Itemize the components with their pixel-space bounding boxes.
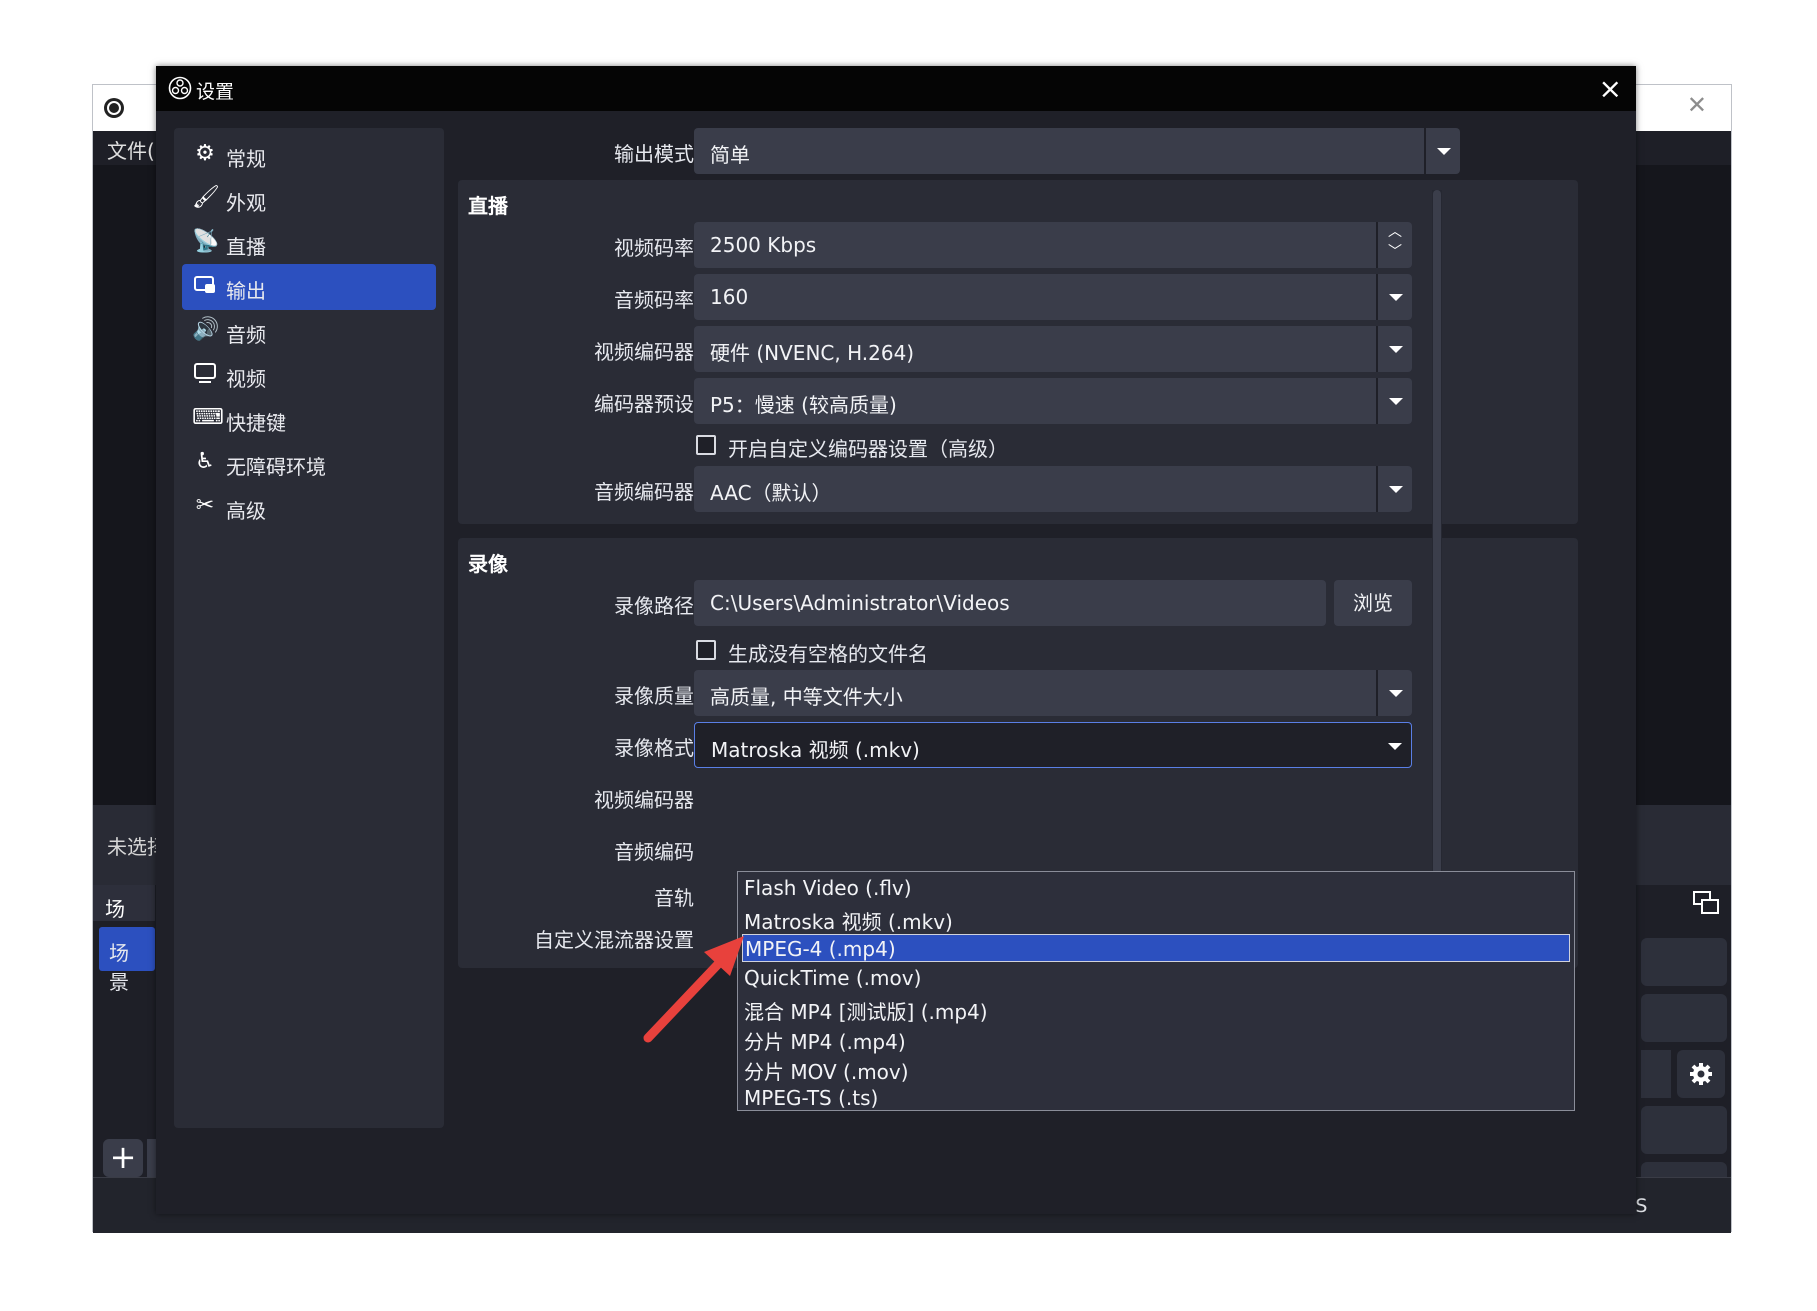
sidebar-item-advanced[interactable]: ✂ 高级 bbox=[182, 484, 436, 530]
add-scene-button[interactable]: + bbox=[103, 1139, 143, 1177]
dropdown-option[interactable]: Flash Video (.flv) bbox=[742, 874, 1570, 902]
control-button[interactable] bbox=[1641, 994, 1727, 1042]
obs-logo-icon bbox=[168, 76, 192, 100]
dialog-title-bar: 设置 × bbox=[156, 66, 1636, 111]
sidebar-item-stream[interactable]: 📡 直播 bbox=[182, 220, 436, 266]
record-video-encoder-label: 视频编码器 bbox=[594, 788, 694, 812]
chevron-down-icon bbox=[1424, 128, 1460, 174]
recording-path-label: 录像路径 bbox=[614, 594, 694, 618]
control-button[interactable] bbox=[1641, 1106, 1727, 1154]
appearance-icon: 🖌 bbox=[192, 185, 220, 210]
sidebar-item-accessibility[interactable]: ♿ 无障碍环境 bbox=[182, 440, 436, 486]
recording-format-label: 录像格式 bbox=[614, 736, 694, 760]
audio-bitrate-select[interactable]: 160 bbox=[694, 274, 1412, 320]
encoder-preset-select[interactable]: P5：慢速 (较高质量) bbox=[694, 378, 1412, 424]
chevron-down-icon bbox=[1376, 466, 1412, 512]
recording-path-input[interactable]: C:\Users\Administrator\Videos bbox=[694, 580, 1326, 626]
dropdown-option[interactable]: QuickTime (.mov) bbox=[742, 964, 1570, 992]
format-dropdown-list: Flash Video (.flv) Matroska 视频 (.mkv) MP… bbox=[737, 871, 1575, 1111]
scenes-dock-header: 场景 bbox=[93, 885, 155, 950]
dock-panel bbox=[1637, 815, 1727, 881]
sidebar-item-label: 无障碍环境 bbox=[226, 455, 326, 479]
sidebar-item-label: 音频 bbox=[226, 323, 266, 347]
sidebar-item-label: 直播 bbox=[226, 235, 266, 259]
sidebar-item-label: 常规 bbox=[226, 147, 266, 171]
dialog-close-icon[interactable]: × bbox=[1599, 72, 1622, 105]
dock-undock-icon[interactable] bbox=[1693, 891, 1719, 915]
stream-video-encoder-label: 视频编码器 bbox=[594, 340, 694, 364]
dropdown-option[interactable]: Matroska 视频 (.mkv) bbox=[742, 904, 1570, 934]
sidebar-item-label: 外观 bbox=[226, 191, 266, 215]
control-button[interactable] bbox=[1641, 938, 1727, 986]
dropdown-option[interactable]: 分片 MP4 (.mp4) bbox=[742, 1024, 1570, 1054]
output-icon bbox=[192, 273, 218, 299]
recording-quality-label: 录像质量 bbox=[614, 684, 694, 708]
encoder-preset-label: 编码器预设 bbox=[594, 392, 694, 416]
dropdown-option[interactable]: MPEG-TS (.ts) bbox=[742, 1084, 1570, 1112]
scene-item[interactable]: 场景 bbox=[99, 927, 155, 994]
stream-audio-encoder-label: 音频编码器 bbox=[594, 480, 694, 504]
video-bitrate-label: 视频码率 bbox=[614, 236, 694, 260]
stream-audio-encoder-select[interactable]: AAC（默认） bbox=[694, 466, 1412, 512]
audio-bitrate-label: 音频码率 bbox=[614, 288, 694, 312]
settings-gear-button[interactable] bbox=[1677, 1050, 1725, 1098]
dropdown-option[interactable]: 混合 MP4 [测试版] (.mp4) bbox=[742, 994, 1570, 1024]
scrollbar-thumb[interactable] bbox=[1433, 190, 1441, 890]
chevron-down-icon bbox=[1376, 670, 1412, 716]
sidebar-item-general[interactable]: ⚙ 常规 bbox=[182, 132, 436, 178]
speaker-icon: 🔊 bbox=[192, 317, 220, 342]
video-bitrate-input[interactable]: 2500 Kbps ︿ ﹀ bbox=[694, 222, 1412, 268]
record-audio-encoder-label: 音频编码 bbox=[614, 840, 694, 864]
sidebar-item-appearance[interactable]: 🖌 外观 bbox=[182, 176, 436, 222]
monitor-icon bbox=[192, 361, 218, 387]
dropdown-option-selected[interactable]: MPEG-4 (.mp4) bbox=[742, 934, 1570, 962]
output-mode-label: 输出模式 bbox=[614, 142, 694, 166]
obs-logo-icon bbox=[104, 98, 124, 118]
browse-button[interactable]: 浏览 bbox=[1334, 580, 1412, 626]
gear-icon bbox=[1690, 1063, 1712, 1085]
sidebar-item-audio[interactable]: 🔊 音频 bbox=[182, 308, 436, 354]
sidebar-item-label: 视频 bbox=[226, 367, 266, 391]
settings-sidebar: ⚙ 常规 🖌 外观 📡 直播 输出 🔊 音频 视频 ⌨ 快捷键 ♿ 无障碍环境 ✂ 高级 bbox=[174, 128, 444, 1128]
spinner-icon[interactable]: ︿ ﹀ bbox=[1376, 222, 1412, 268]
recording-format-select[interactable]: Matroska 视频 (.mkv) bbox=[694, 722, 1412, 768]
chevron-down-icon bbox=[1376, 326, 1412, 372]
dialog-title: 设置 bbox=[196, 81, 235, 103]
sidebar-item-label: 高级 bbox=[226, 499, 266, 523]
annotation-arrow-icon bbox=[643, 936, 744, 1043]
main-close-icon[interactable]: ✕ bbox=[1687, 91, 1707, 119]
keyboard-icon: ⌨ bbox=[192, 405, 224, 430]
recording-header: 录像 bbox=[468, 552, 508, 576]
recording-quality-select[interactable]: 高质量, 中等文件大小 bbox=[694, 670, 1412, 716]
accessibility-icon: ♿ bbox=[195, 449, 215, 474]
dropdown-option[interactable]: 分片 MOV (.mov) bbox=[742, 1054, 1570, 1084]
control-button[interactable] bbox=[1641, 1050, 1671, 1098]
tools-icon: ✂ bbox=[195, 493, 215, 518]
chevron-down-icon bbox=[1376, 274, 1412, 320]
chevron-down-icon bbox=[1376, 378, 1412, 424]
chevron-down-icon bbox=[1375, 723, 1411, 767]
stream-video-encoder-select[interactable]: 硬件 (NVENC, H.264) bbox=[694, 326, 1412, 372]
broadcast-icon: 📡 bbox=[192, 229, 220, 254]
sidebar-item-video[interactable]: 视频 bbox=[182, 352, 436, 398]
audio-tracks-label: 音轨 bbox=[654, 886, 694, 910]
sidebar-item-output[interactable]: 输出 bbox=[182, 264, 436, 310]
sidebar-item-hotkeys[interactable]: ⌨ 快捷键 bbox=[182, 396, 436, 442]
gear-icon: ⚙ bbox=[195, 141, 215, 166]
streaming-header: 直播 bbox=[468, 194, 508, 218]
output-mode-select[interactable]: 简单 bbox=[694, 128, 1460, 174]
sidebar-item-label: 输出 bbox=[226, 279, 266, 303]
sidebar-item-label: 快捷键 bbox=[226, 411, 286, 435]
